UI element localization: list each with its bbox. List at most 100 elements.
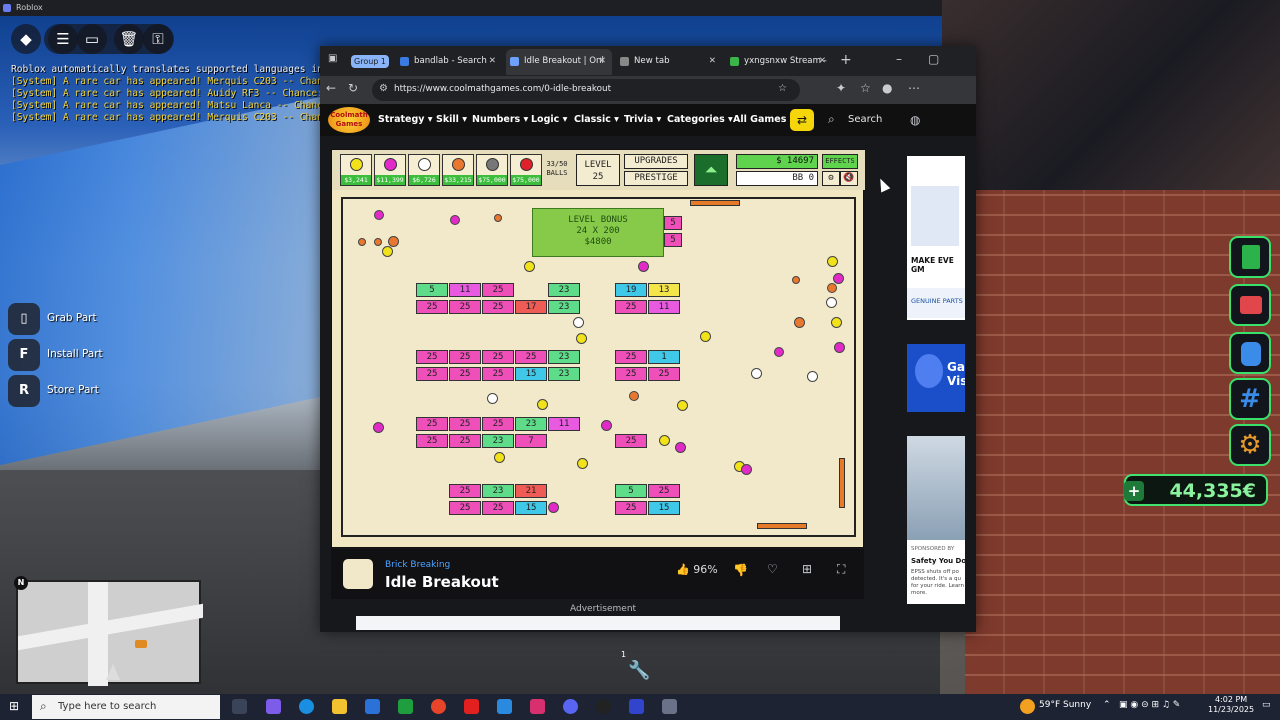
rank-chevron-icon[interactable]: ⏶ [694, 154, 728, 186]
maximize-icon[interactable]: ▢ [928, 52, 939, 66]
ball-slot-gray[interactable]: $75,000 [476, 154, 508, 186]
refresh-icon[interactable]: ↻ [348, 81, 358, 95]
notification-icon[interactable]: ▭ [1262, 700, 1271, 710]
taskbar-search[interactable]: ⌕ Type here to search [32, 695, 220, 719]
brick: 23 [482, 434, 514, 448]
nav-classic[interactable]: Classic ▾ [574, 114, 619, 125]
ad-genuine-parts[interactable]: MAKE EVE GM GENUINE PARTS [907, 156, 965, 320]
game-category-link[interactable]: Brick Breaking [385, 560, 450, 570]
unlock-icon[interactable]: ⚿ [143, 24, 173, 54]
brave-icon[interactable] [431, 699, 446, 714]
ball-slot-orange[interactable]: $33,215 [442, 154, 474, 186]
clock[interactable]: 4:02 PM 11/23/2025 [1208, 695, 1254, 715]
effects-button[interactable]: EFFECTS [822, 154, 858, 169]
hashtag-icon[interactable]: # [1229, 378, 1271, 420]
nav-logic[interactable]: Logic ▾ [531, 114, 567, 125]
nav-all-games[interactable]: All Games [733, 114, 786, 125]
thumbs-up-icon[interactable]: 👍 [676, 563, 690, 576]
discord-icon[interactable] [563, 699, 578, 714]
upgrades-button[interactable]: UPGRADES [624, 154, 688, 169]
back-icon[interactable]: ← [326, 81, 336, 95]
idle-breakout-game[interactable]: $3,241 $11,399 $6,726 $33,215 $75,000 $7… [331, 149, 865, 548]
store-part-action[interactable]: R Store Part [8, 375, 103, 407]
site-info-icon[interactable]: ⚙ [379, 83, 388, 94]
file-explorer-icon[interactable] [332, 699, 347, 714]
rating[interactable]: 👍 96% [676, 563, 718, 576]
task-view-icon[interactable] [232, 699, 247, 714]
nav-strategy[interactable]: Strategy ▾ [378, 114, 433, 125]
obs-icon[interactable] [596, 699, 611, 714]
roblox-studio-icon[interactable] [629, 699, 644, 714]
url-field[interactable]: ⚙ https://www.coolmathgames.com/0-idle-b… [372, 79, 800, 101]
tab-group-chip[interactable]: Group 1 [351, 55, 389, 68]
tab-idle-breakout[interactable]: Idle Breakout | Onl ✕ [506, 49, 612, 75]
new-tab-button[interactable]: + [840, 52, 852, 68]
roblox-menu-button[interactable]: ◆ [11, 24, 41, 54]
hamburger-icon[interactable]: ☰ [48, 24, 78, 54]
edge-icon[interactable] [299, 699, 314, 714]
close-icon[interactable]: ✕ [599, 49, 606, 73]
shop-icon[interactable] [1229, 284, 1271, 326]
grab-part-action[interactable]: ▯ Grab Part [8, 303, 103, 335]
settings-gear-icon[interactable]: ⚙ [822, 171, 840, 186]
coolmath-logo[interactable]: Coolmath Games [328, 107, 370, 133]
favorites-icon[interactable]: ☆ [860, 81, 871, 95]
add-to-list-icon[interactable]: ⊞ [802, 562, 812, 576]
profile-icon[interactable]: ● [882, 81, 892, 95]
photos-icon[interactable] [497, 699, 512, 714]
ball-slot-white[interactable]: $6,726 [408, 154, 440, 186]
weather-icon[interactable] [1020, 699, 1035, 714]
thumbs-down-icon[interactable]: 👎 [733, 563, 748, 577]
close-icon[interactable]: ✕ [489, 49, 496, 73]
site-search[interactable]: ⌕ Search [820, 108, 902, 132]
tab-bandlab[interactable]: bandlab - Search ✕ [396, 49, 502, 75]
install-part-action[interactable]: F Install Part [8, 339, 103, 371]
instagram-icon[interactable] [530, 699, 545, 714]
webcam-overlay: S-RACER [942, 0, 1280, 190]
chat-icon[interactable]: ▭ [77, 24, 107, 54]
extension-icon[interactable]: ✦ [836, 81, 846, 95]
backpack-icon[interactable] [1229, 332, 1271, 374]
nav-skill[interactable]: Skill ▾ [436, 114, 467, 125]
hotbar-slot[interactable]: 1 🔧 [618, 648, 658, 688]
bookmark-star-icon[interactable]: ☆ [778, 83, 787, 94]
shuffle-icon[interactable]: ⇄ [790, 109, 814, 131]
nav-trivia[interactable]: Trivia ▾ [624, 114, 661, 125]
ad-safety[interactable]: SPONSORED BY Safety You Do EPSS shuts of… [907, 436, 965, 604]
ball-slot-pink[interactable]: $11,399 [374, 154, 406, 186]
nav-numbers[interactable]: Numbers ▾ [472, 114, 528, 125]
copilot-icon[interactable] [266, 699, 281, 714]
brick: 15 [515, 367, 547, 381]
minimize-icon[interactable]: – [896, 52, 902, 66]
fullscreen-icon[interactable]: ⛶ [837, 562, 845, 577]
book-icon[interactable] [1229, 236, 1271, 278]
nav-categories[interactable]: Categories ▾ [667, 114, 733, 125]
close-icon[interactable]: ✕ [709, 49, 716, 73]
youtube-icon[interactable] [464, 699, 479, 714]
windows-start-icon[interactable]: ⊞ [9, 699, 19, 713]
close-icon[interactable]: ✕ [819, 49, 826, 73]
app-icon[interactable] [662, 699, 677, 714]
tray-icons[interactable]: ▣ ◉ ⊝ ⊞ ♫ ✎ [1119, 700, 1180, 710]
prestige-button[interactable]: PRESTIGE [624, 171, 688, 186]
globe-icon[interactable]: ◍ [910, 113, 920, 127]
ball-slot-red[interactable]: $75,000 [510, 154, 542, 186]
tab-new[interactable]: New tab ✕ [616, 49, 722, 75]
tray-chevron-icon[interactable]: ⌃ [1103, 700, 1111, 710]
trash-icon[interactable]: 🗑 [114, 24, 144, 54]
tab-stream[interactable]: yxngsnxw Stream - ✕ [726, 49, 832, 75]
mute-icon[interactable]: 🔇 [840, 171, 858, 186]
gear-icon[interactable]: ⚙ [1229, 424, 1271, 466]
xbox-icon[interactable] [398, 699, 413, 714]
add-money-button[interactable]: + [1124, 481, 1144, 501]
heart-icon[interactable]: ♡ [767, 562, 778, 576]
ad-banner[interactable] [356, 616, 840, 630]
brick: 5 [664, 233, 682, 247]
ad-octopus[interactable]: Ga Vis [907, 344, 965, 412]
ball-slot-yellow[interactable]: $3,241 [340, 154, 372, 186]
weather-text[interactable]: 59°F Sunny [1039, 700, 1091, 710]
store-icon[interactable] [365, 699, 380, 714]
tab-actions-icon[interactable]: ▣ [328, 53, 337, 64]
menu-dots-icon[interactable]: ⋯ [908, 81, 920, 95]
minimap[interactable]: N [14, 576, 203, 686]
